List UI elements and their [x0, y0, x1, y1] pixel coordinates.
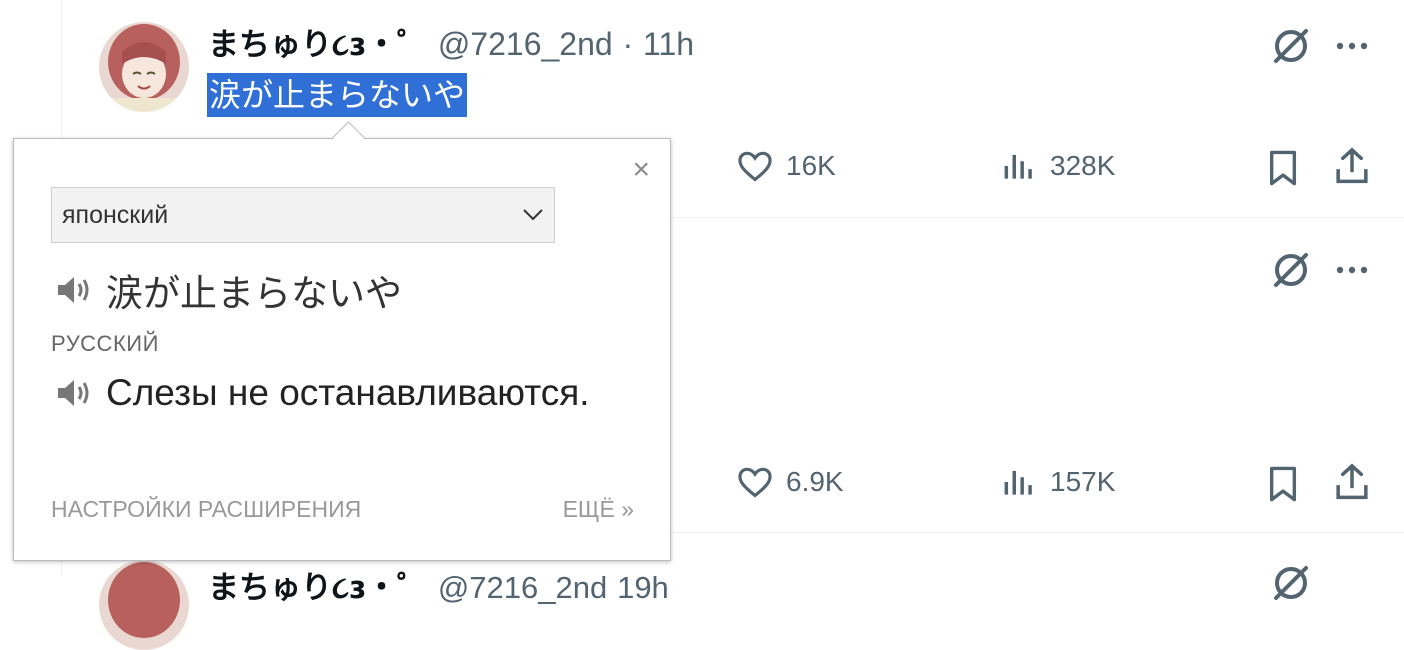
like-count: 6.9K: [786, 466, 844, 497]
source-text: 涙が止まらないや: [106, 272, 402, 315]
grok-icon[interactable]: [1270, 249, 1312, 295]
user-handle[interactable]: @7216_2nd: [438, 570, 607, 605]
source-row: 涙が止まらないや: [54, 263, 402, 317]
translation-text: Слезы не останавливаются.: [106, 372, 590, 413]
avatar[interactable]: [99, 560, 189, 650]
views-button[interactable]: 157K: [1000, 463, 1115, 501]
target-language-label: РУССКИЙ: [51, 331, 159, 356]
chevron-down-icon: [523, 209, 543, 221]
avatar[interactable]: [99, 22, 189, 112]
grok-icon[interactable]: [1270, 25, 1312, 71]
popup-arrow: [332, 121, 365, 154]
translate-popup: × японский 涙が止まらないや РУССКИЙ Слезы не ост…: [13, 121, 671, 561]
tweet-header: まちゅり૮ɜ・゜ @7216_2nd 19h: [208, 562, 669, 607]
extension-settings-link[interactable]: НАСТРОЙКИ РАСШИРЕНИЯ: [51, 496, 361, 523]
views-count: 157K: [1050, 466, 1116, 497]
translation-row: Слезы не останавливаются.: [54, 372, 590, 414]
bookmark-icon[interactable]: [1266, 148, 1300, 192]
like-icon: [738, 151, 772, 182]
views-icon: [1004, 470, 1032, 495]
display-name[interactable]: まちゅり૮ɜ・゜: [208, 570, 428, 606]
views-button[interactable]: 328K: [1000, 147, 1115, 185]
tweet-text-selected[interactable]: 涙が止まらないや: [207, 73, 468, 117]
share-icon[interactable]: [1333, 146, 1371, 190]
display-name[interactable]: まちゅり૮ɜ・゜: [208, 27, 428, 63]
tweet-header: まちゅり૮ɜ・゜ @7216_2nd · 11h: [208, 24, 694, 65]
tweet-time[interactable]: 19h: [617, 570, 669, 605]
more-link[interactable]: ЕЩЁ »: [563, 496, 634, 523]
tweet-time[interactable]: 11h: [643, 26, 694, 62]
like-count: 16K: [786, 150, 836, 181]
views-count: 328K: [1050, 150, 1116, 181]
like-button[interactable]: 16K: [736, 147, 836, 185]
source-language-value: японский: [62, 200, 169, 229]
like-button[interactable]: 6.9K: [736, 463, 844, 501]
like-icon: [738, 467, 772, 498]
views-icon: [1004, 154, 1032, 179]
more-icon[interactable]: [1335, 31, 1369, 65]
bookmark-icon[interactable]: [1266, 464, 1300, 508]
grok-icon[interactable]: [1270, 562, 1312, 608]
source-language-select[interactable]: японский: [51, 187, 555, 243]
speaker-icon[interactable]: [54, 274, 92, 306]
separator: ·: [622, 26, 634, 62]
more-icon[interactable]: [1335, 255, 1369, 289]
speaker-icon[interactable]: [54, 377, 92, 409]
share-icon[interactable]: [1333, 462, 1371, 506]
user-handle[interactable]: @7216_2nd: [438, 26, 613, 62]
close-icon[interactable]: ×: [632, 155, 650, 185]
